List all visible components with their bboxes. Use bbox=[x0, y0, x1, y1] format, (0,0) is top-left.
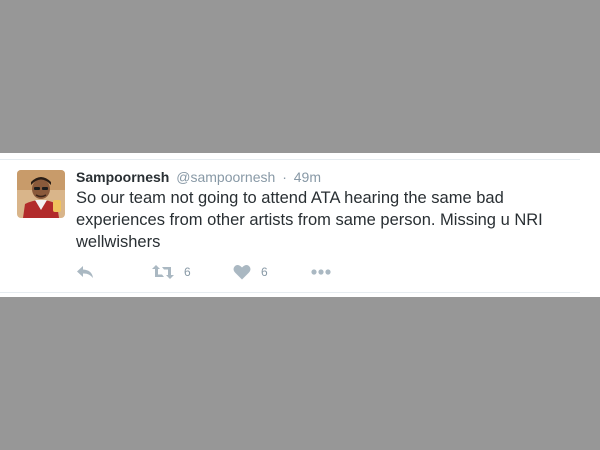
user-handle[interactable]: @sampoornesh bbox=[176, 169, 275, 185]
tweet-header: Sampoornesh @sampoornesh · 49m bbox=[76, 169, 321, 185]
tweet-actions: 6 6 bbox=[76, 261, 376, 283]
top-backdrop bbox=[0, 0, 600, 153]
bottom-divider bbox=[0, 292, 580, 293]
heart-icon bbox=[233, 264, 251, 280]
tweet-text: So our team not going to attend ATA hear… bbox=[76, 189, 543, 251]
display-name[interactable]: Sampoornesh bbox=[76, 169, 169, 185]
separator-dot: · bbox=[282, 169, 287, 185]
tweet-card: Sampoornesh @sampoornesh · 49m So our te… bbox=[0, 153, 600, 297]
like-count: 6 bbox=[261, 265, 268, 279]
timestamp[interactable]: 49m bbox=[294, 169, 321, 185]
reply-button[interactable] bbox=[76, 261, 94, 283]
more-dots-icon bbox=[311, 269, 331, 275]
retweet-count: 6 bbox=[184, 265, 191, 279]
avatar[interactable] bbox=[17, 170, 65, 218]
retweet-icon bbox=[152, 264, 174, 280]
more-button[interactable] bbox=[311, 261, 331, 283]
reply-icon bbox=[76, 264, 94, 280]
bottom-backdrop bbox=[0, 297, 600, 450]
top-divider bbox=[0, 159, 580, 160]
retweet-button[interactable]: 6 bbox=[152, 261, 191, 283]
like-button[interactable]: 6 bbox=[233, 261, 268, 283]
